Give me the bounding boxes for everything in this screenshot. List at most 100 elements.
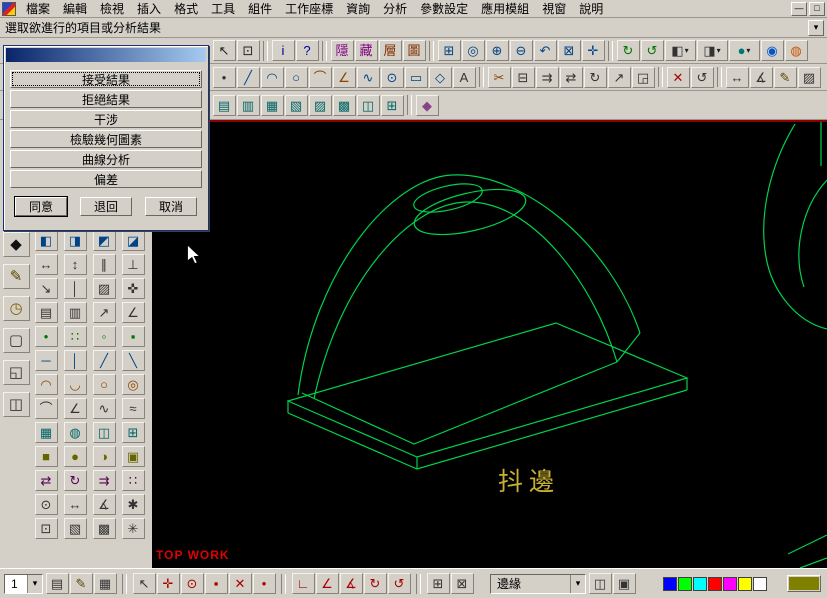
create-chamfer-icon[interactable]: ∠ — [332, 66, 356, 88]
line-polar-icon[interactable]: ╱ — [92, 350, 116, 371]
witness-line-icon[interactable]: │ — [63, 278, 87, 299]
screen-configure-icon[interactable]: ✳ — [121, 518, 145, 539]
gview-front-icon[interactable]: ∠ — [315, 573, 339, 594]
shading-mode-icon[interactable]: ● ▾ — [728, 40, 760, 61]
cplane-icon[interactable]: ⊞ — [426, 573, 450, 594]
menu-wcs[interactable]: 工作座標 — [285, 0, 333, 17]
menu-applications[interactable]: 應用模組 — [481, 0, 529, 17]
solid-loft-icon[interactable]: ▣ — [121, 446, 145, 467]
info-icon[interactable]: i — [271, 40, 295, 61]
create-fillet-icon[interactable]: ⌒ — [308, 66, 332, 88]
color-swatch-5[interactable] — [723, 576, 737, 591]
smart-dimension-icon[interactable]: ✜ — [121, 278, 145, 299]
level-manager-icon[interactable]: ▤ — [45, 573, 69, 594]
render-globe-icon[interactable]: ◉ — [760, 40, 784, 61]
window-select-icon[interactable]: ⊡ — [236, 40, 260, 61]
gview-cube-icon[interactable]: ◧ ▾ — [664, 40, 696, 61]
angular-dim-icon[interactable]: ∠ — [121, 302, 145, 323]
xform-rotate-icon[interactable]: ↻ — [583, 66, 607, 88]
offset-surface-icon[interactable]: ◫ — [356, 94, 380, 116]
point-node-icon[interactable]: ∷ — [63, 326, 87, 347]
gview-top-icon[interactable]: ∟ — [291, 573, 315, 594]
surface-ruled2-icon[interactable]: ▦ — [34, 422, 58, 443]
primitives-icon[interactable]: ◆ — [415, 94, 439, 116]
accept-result-button[interactable]: 接受結果 — [10, 70, 202, 88]
draft-options-icon[interactable]: ▤ — [34, 302, 58, 323]
mirror-entities-icon[interactable]: ⇄ — [559, 66, 583, 88]
menu-file[interactable]: 檔案 — [26, 0, 50, 17]
net-surface-icon[interactable]: ▧ — [284, 94, 308, 116]
undelete-icon[interactable]: ↺ — [690, 66, 714, 88]
unhide-entities-icon[interactable]: 藏 — [354, 40, 378, 61]
analyze-angle-icon[interactable]: ∡ — [92, 494, 116, 515]
point-endpoint-icon[interactable]: ▪ — [121, 326, 145, 347]
measure-distance-icon[interactable]: ↔ — [725, 66, 749, 88]
menu-components[interactable]: 組件 — [248, 0, 272, 17]
restore-button[interactable]: □ — [809, 1, 825, 16]
color-swatch-4[interactable] — [708, 576, 722, 591]
dynamic-rotate-icon[interactable]: ↺ — [640, 40, 664, 61]
xform-translate-icon[interactable]: ↗ — [607, 66, 631, 88]
context-help-icon[interactable]: ? — [295, 40, 319, 61]
line-vertical-icon[interactable]: │ — [63, 350, 87, 371]
level-combo[interactable]: 1 ▾ — [4, 573, 43, 594]
minimize-button[interactable]: — — [791, 1, 807, 16]
draft-surface-icon[interactable]: ▨ — [308, 94, 332, 116]
multi-edit-icon[interactable]: ▥ — [63, 302, 87, 323]
curve-analysis-button[interactable]: 曲線分析 — [10, 150, 202, 168]
solid-sweep-icon[interactable]: ◑ — [92, 446, 116, 467]
snap-midpoint-icon[interactable]: • — [252, 573, 276, 594]
edge-combo[interactable]: 邊緣 ▾ — [490, 573, 586, 594]
gview-side-icon[interactable]: ∡ — [339, 573, 363, 594]
menu-parameters[interactable]: 參數設定 — [420, 0, 468, 17]
circle-points-icon[interactable]: ○ — [92, 374, 116, 395]
create-spline-icon[interactable]: ∿ — [356, 66, 380, 88]
snap-intersection-icon[interactable]: ✕ — [228, 573, 252, 594]
analyze-dynamic-icon[interactable]: ✱ — [121, 494, 145, 515]
hatch-icon[interactable]: ▨ — [797, 66, 821, 88]
fillet-radius-icon[interactable]: ⌒ — [34, 398, 58, 419]
gview-dynamic-icon[interactable]: ↺ — [387, 573, 411, 594]
delete-entities-icon[interactable]: ✕ — [666, 66, 690, 88]
menu-inquiry[interactable]: 資詢 — [346, 0, 370, 17]
viewport[interactable]: 抖邊 TOP WORK — [152, 120, 827, 568]
xform-rotate2-icon[interactable]: ↻ — [63, 470, 87, 491]
viewport-window-icon[interactable]: ◱ — [2, 360, 30, 385]
point-position-icon[interactable]: • — [34, 326, 58, 347]
circle-tangent-icon[interactable]: ◎ — [121, 374, 145, 395]
xform-scale-icon[interactable]: ◲ — [631, 66, 655, 88]
create-ellipse-icon[interactable]: ⊙ — [380, 66, 404, 88]
xform-mirror2-icon[interactable]: ⇄ — [34, 470, 58, 491]
analysis-sphere-icon[interactable]: ◍ — [784, 40, 808, 61]
create-point-icon[interactable]: • — [212, 66, 236, 88]
dim-vertical-icon[interactable]: ↕ — [63, 254, 87, 275]
pan-icon[interactable]: ✛ — [581, 40, 605, 61]
analyze-position-icon[interactable]: ⊙ — [34, 494, 58, 515]
xform-array-icon[interactable]: ∷ — [121, 470, 145, 491]
zoom-in-icon[interactable]: ⊕ — [485, 40, 509, 61]
layout-icon[interactable]: ◫ — [2, 392, 30, 417]
hide-entities-icon[interactable]: 隱 — [330, 40, 354, 61]
edge-settings-icon[interactable]: ◫ — [588, 573, 612, 594]
create-rectangle-icon[interactable]: ▭ — [404, 66, 428, 88]
sheet-icon[interactable]: ▢ — [2, 328, 30, 353]
surface-revolved2-icon[interactable]: ◍ — [63, 422, 87, 443]
dim-perpendicular-icon[interactable]: ⊥ — [121, 254, 145, 275]
zoom-target-icon[interactable]: ◎ — [461, 40, 485, 61]
break-entities-icon[interactable]: ⊟ — [511, 66, 535, 88]
zoom-out-icon[interactable]: ⊖ — [509, 40, 533, 61]
snap-origin-icon[interactable]: ✛ — [156, 573, 180, 594]
create-arc-icon[interactable]: ◠ — [260, 66, 284, 88]
menu-analysis[interactable]: 分析 — [383, 0, 407, 17]
cplane-select-icon[interactable]: ◨ ▾ — [696, 40, 728, 61]
screen-groups-icon[interactable]: ▩ — [92, 518, 116, 539]
spline-manual-icon[interactable]: ∿ — [92, 398, 116, 419]
view-isometric-icon[interactable]: ◪ — [121, 230, 145, 251]
create-circle-icon[interactable]: ○ — [284, 66, 308, 88]
color-swatch-1[interactable] — [663, 576, 677, 591]
dialog-titlebar[interactable] — [6, 48, 206, 62]
ruled-surface-icon[interactable]: ▤ — [212, 94, 236, 116]
snap-endpoint-icon[interactable]: ▪ — [204, 573, 228, 594]
create-line-icon[interactable]: ╱ — [236, 66, 260, 88]
autocursor-icon[interactable]: ↖ — [132, 573, 156, 594]
